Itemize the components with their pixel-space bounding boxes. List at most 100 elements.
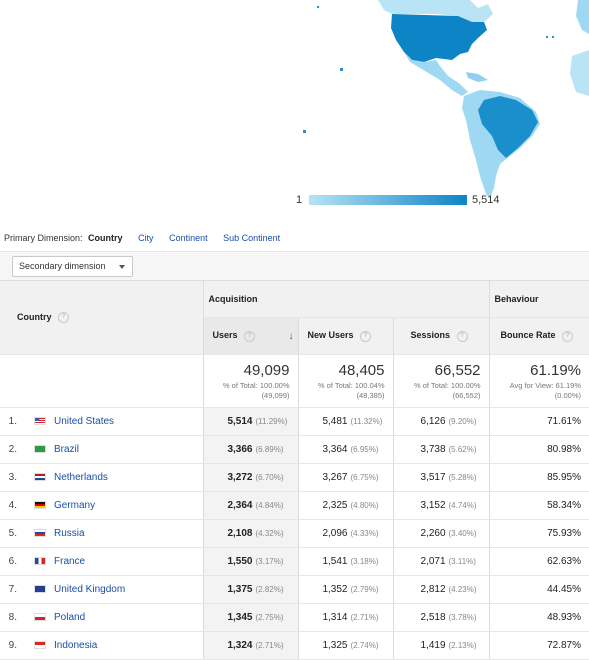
new-users-value: 3,267 bbox=[322, 472, 348, 483]
country-link[interactable]: France bbox=[54, 556, 85, 567]
users-percent: (6.70%) bbox=[255, 473, 284, 482]
sessions-value: 3,517 bbox=[420, 472, 446, 483]
bounce-rate-cell: 85.95% bbox=[488, 463, 589, 492]
map-dot bbox=[546, 36, 548, 38]
map-dot bbox=[340, 68, 343, 71]
bounce-rate-cell: 58.34% bbox=[488, 491, 589, 520]
help-icon[interactable]: ? bbox=[244, 330, 256, 342]
help-icon[interactable]: ? bbox=[360, 330, 372, 342]
country-link[interactable]: United Kingdom bbox=[54, 584, 125, 595]
new-users-cell: 3,267 (6.75%) bbox=[297, 463, 393, 492]
sessions-value: 2,071 bbox=[420, 556, 446, 567]
report-table: Country ? Acquisition Behaviour Users ? … bbox=[0, 281, 589, 660]
dimension-link-continent[interactable]: Continent bbox=[169, 233, 208, 243]
br-flag-icon bbox=[34, 445, 46, 454]
secondary-dimension-dropdown[interactable]: Secondary dimension bbox=[12, 256, 133, 277]
new-users-header-label: New Users bbox=[307, 330, 354, 341]
totals-sessions-value: 66,552 bbox=[434, 362, 481, 379]
table-row[interactable]: 2. Brazil 3,366 (6.89%) 3,364 (6.95%) 3,738 (5.… bbox=[0, 435, 589, 464]
map-region-africa-edge[interactable] bbox=[570, 50, 589, 96]
users-percent: (4.84%) bbox=[255, 501, 284, 510]
country-link[interactable]: Poland bbox=[54, 612, 85, 623]
country-cell: 3. Netherlands bbox=[0, 463, 203, 492]
users-percent: (6.89%) bbox=[255, 445, 284, 454]
country-link[interactable]: Brazil bbox=[54, 444, 79, 455]
country-link[interactable]: Russia bbox=[54, 528, 85, 539]
map-region-europe-edge[interactable] bbox=[576, 0, 589, 34]
country-cell: 6. France bbox=[0, 547, 203, 576]
sessions-value: 2,812 bbox=[420, 584, 446, 595]
bounce-rate-cell: 72.87% bbox=[488, 631, 589, 660]
sessions-cell: 3,152 (4.74%) bbox=[392, 491, 490, 520]
totals-users-value: 49,099 bbox=[243, 362, 290, 379]
row-number: 4. bbox=[8, 500, 17, 511]
country-column-header[interactable]: Country ? bbox=[0, 281, 203, 355]
bounce-rate-cell: 75.93% bbox=[488, 519, 589, 548]
country-cell: 7. United Kingdom bbox=[0, 575, 203, 604]
table-row[interactable]: 1. United States 5,514 (11.29%) 5,481 (11.32%… bbox=[0, 407, 589, 436]
users-cell: 1,345 (2.75%) bbox=[202, 603, 298, 632]
country-cell: 4. Germany bbox=[0, 491, 203, 520]
country-link[interactable]: Germany bbox=[54, 500, 95, 511]
new-users-value: 1,325 bbox=[322, 640, 348, 651]
new-users-percent: (4.80%) bbox=[350, 501, 379, 510]
table-row[interactable]: 3. Netherlands 3,272 (6.70%) 3,267 (6.75%) 3,5… bbox=[0, 463, 589, 492]
users-cell: 5,514 (11.29%) bbox=[202, 407, 298, 436]
users-value: 1,550 bbox=[227, 556, 253, 567]
help-icon[interactable]: ? bbox=[456, 330, 468, 342]
table-row[interactable]: 5. Russia 2,108 (4.32%) 2,096 (4.33%) 2,260 (3.… bbox=[0, 519, 589, 548]
legend-min-label: 1 bbox=[296, 194, 303, 206]
bounce-rate-value: 72.87% bbox=[547, 640, 582, 651]
table-row[interactable]: 9. Indonesia 1,324 (2.71%) 1,325 (2.74%) 1,419… bbox=[0, 631, 589, 660]
sessions-percent: (5.62%) bbox=[448, 445, 477, 454]
table-row[interactable]: 4. Germany 2,364 (4.84%) 2,325 (4.80%) 3,152 (4… bbox=[0, 491, 589, 520]
caret-down-icon bbox=[118, 265, 125, 269]
new-users-column-header[interactable]: New Users ? bbox=[297, 317, 393, 355]
dimension-link-city[interactable]: City bbox=[138, 233, 154, 243]
sessions-percent: (3.78%) bbox=[448, 613, 477, 622]
help-icon[interactable]: ? bbox=[562, 330, 574, 342]
bounce-rate-value: 58.34% bbox=[547, 500, 582, 511]
users-value: 5,514 bbox=[227, 416, 253, 427]
totals-users: 49,099 % of Total: 100.00% (49,099) bbox=[202, 354, 298, 408]
gb-flag-icon bbox=[34, 585, 46, 594]
sessions-percent: (3.40%) bbox=[448, 529, 477, 538]
users-column-header[interactable]: Users ? ↓ bbox=[202, 317, 298, 355]
map-dot bbox=[552, 36, 554, 38]
bounce-rate-column-header[interactable]: Bounce Rate ? bbox=[488, 317, 589, 355]
new-users-percent: (6.75%) bbox=[350, 473, 379, 482]
users-percent: (3.17%) bbox=[255, 557, 284, 566]
legend-max-label: 5,514 bbox=[472, 194, 500, 206]
map-region-caribbean[interactable] bbox=[466, 72, 488, 82]
users-value: 1,345 bbox=[227, 612, 253, 623]
new-users-percent: (3.18%) bbox=[350, 557, 379, 566]
nl-flag-icon bbox=[34, 473, 46, 482]
totals-users-sub: % of Total: 100.00% bbox=[222, 381, 290, 390]
geo-map[interactable] bbox=[0, 0, 589, 222]
country-link[interactable]: Indonesia bbox=[54, 640, 97, 651]
sessions-percent: (4.23%) bbox=[448, 585, 477, 594]
new-users-percent: (6.95%) bbox=[350, 445, 379, 454]
table-row[interactable]: 7. United Kingdom 1,375 (2.82%) 1,352 (2.79%)… bbox=[0, 575, 589, 604]
users-cell: 2,364 (4.84%) bbox=[202, 491, 298, 520]
new-users-cell: 1,352 (2.79%) bbox=[297, 575, 393, 604]
new-users-cell: 5,481 (11.32%) bbox=[297, 407, 393, 436]
new-users-cell: 2,325 (4.80%) bbox=[297, 491, 393, 520]
dimension-link-sub-continent[interactable]: Sub Continent bbox=[223, 233, 280, 243]
new-users-percent: (2.74%) bbox=[350, 641, 379, 650]
help-icon[interactable]: ? bbox=[58, 312, 70, 324]
sessions-column-header[interactable]: Sessions ? bbox=[392, 317, 490, 355]
totals-bounce-value: 61.19% bbox=[530, 362, 582, 379]
totals-new-users-sub2: (48,385) bbox=[356, 391, 385, 400]
sessions-percent: (2.13%) bbox=[448, 641, 477, 650]
country-link[interactable]: Netherlands bbox=[54, 472, 108, 483]
country-link[interactable]: United States bbox=[54, 416, 114, 427]
bounce-rate-cell: 48.93% bbox=[488, 603, 589, 632]
users-value: 1,324 bbox=[227, 640, 253, 651]
sort-desc-arrow-icon[interactable]: ↓ bbox=[289, 331, 294, 342]
table-row[interactable]: 6. France 1,550 (3.17%) 1,541 (3.18%) 2,071 (3.… bbox=[0, 547, 589, 576]
table-row[interactable]: 8. Poland 1,345 (2.75%) 1,314 (2.71%) 2,518 (3.… bbox=[0, 603, 589, 632]
users-value: 3,272 bbox=[227, 472, 253, 483]
users-cell: 1,375 (2.82%) bbox=[202, 575, 298, 604]
new-users-cell: 1,325 (2.74%) bbox=[297, 631, 393, 660]
